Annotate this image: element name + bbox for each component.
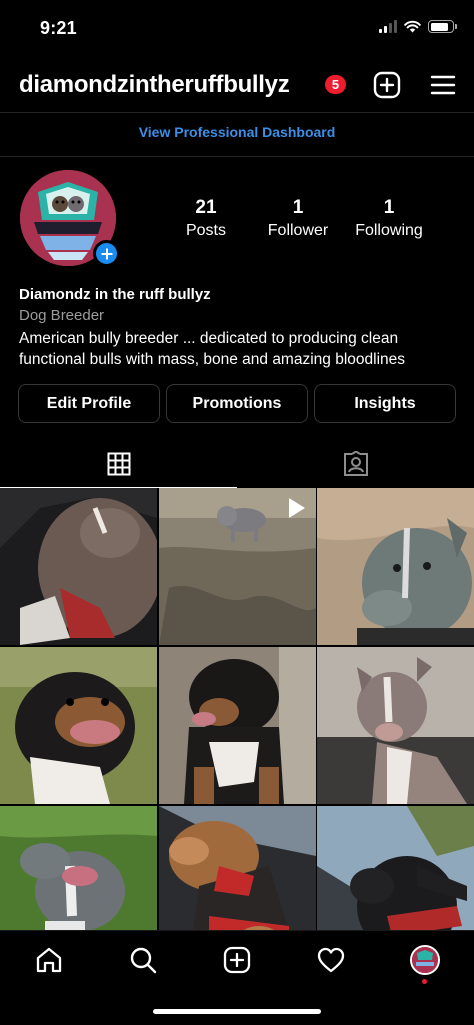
status-bar: 9:21 [0,0,474,56]
status-time: 9:21 [40,18,77,38]
nav-profile-avatar[interactable] [410,945,440,975]
promotions-button[interactable]: Promotions [166,384,308,423]
tagged-person-icon [343,451,368,476]
nav-search[interactable] [126,943,160,977]
wifi-icon [404,20,421,33]
dashboard-divider [0,156,474,157]
following-label: Following [355,222,423,239]
insights-button[interactable]: Insights [314,384,456,423]
account-username[interactable]: diamondzintheruffbullyz [19,71,290,99]
profile-display-name: Diamondz in the ruff bullyz [19,286,211,303]
following-count: 1 [383,197,395,218]
post-thumbnail[interactable] [158,488,316,645]
home-icon [36,947,62,973]
photo-blue-puppy-on-blanket [317,488,474,645]
header-divider [0,112,474,113]
posts-grid [0,488,474,963]
add-story-icon[interactable] [93,240,120,267]
photo-lilac-puppy-standing [317,647,474,804]
create-icon [223,946,251,974]
following-stat[interactable]: 1 Following [334,197,444,242]
status-icons [379,20,457,33]
notification-dot [422,979,427,984]
profile-avatar-thumbnail [412,947,438,973]
heart-icon [317,947,345,973]
cellular-signal-icon [379,20,397,33]
post-thumbnail[interactable] [0,488,157,645]
battery-icon [428,20,457,33]
tab-tagged[interactable] [237,440,474,488]
post-thumbnail[interactable] [0,647,157,804]
notification-badge[interactable]: 5 [325,75,346,94]
nav-create[interactable] [220,943,254,977]
post-thumbnail[interactable] [317,488,474,645]
grid-icon [107,452,130,475]
menu-icon[interactable] [428,70,458,100]
photo-brown-bully-sleeping-on-car-seat [0,488,157,645]
photo-tricolor-bully-on-grass [0,647,157,804]
profile-category: Dog Breeder [19,307,105,324]
create-post-icon[interactable] [372,70,402,100]
post-thumbnail[interactable] [158,647,316,804]
nav-activity[interactable] [314,943,348,977]
profile-bio: American bully breeder ... dedicated to … [19,330,406,368]
photo-black-tan-bully-sitting [158,647,316,804]
tab-posts-grid[interactable] [0,440,237,488]
profile-top-bar: diamondzintheruffbullyz 5 [0,62,474,106]
photo-grey-puppy-on-dirt-video [158,488,316,645]
home-indicator [153,1009,321,1014]
search-icon [130,947,157,974]
edit-profile-button[interactable]: Edit Profile [18,384,160,423]
post-thumbnail[interactable] [317,647,474,804]
nav-home[interactable] [32,943,66,977]
professional-dashboard-link[interactable]: View Professional Dashboard [0,124,474,140]
